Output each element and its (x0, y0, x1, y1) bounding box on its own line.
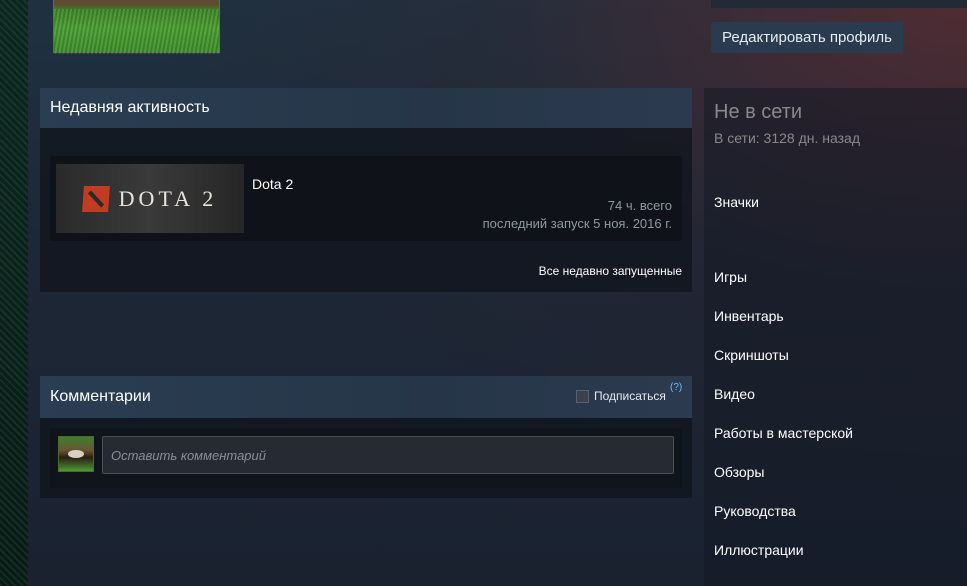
profile-info-bar (711, 0, 967, 8)
nav-link-reviews[interactable]: Обзоры (714, 464, 765, 480)
nav-link-guides[interactable]: Руководства (714, 503, 796, 519)
subscribe-help-link[interactable]: (?) (670, 382, 682, 393)
nav-link-videos[interactable]: Видео (714, 386, 755, 402)
background-texture-strip (0, 0, 28, 586)
game-hours-total: 74 ч. всего (607, 198, 672, 213)
dota2-capsule-image[interactable]: DOTA 2 (56, 164, 244, 233)
subscribe-toggle[interactable]: Подписаться (576, 389, 666, 403)
online-status-title: Не в сети (714, 101, 803, 123)
nav-link-inventory[interactable]: Инвентарь (714, 308, 784, 324)
game-name-link[interactable]: Dota 2 (252, 176, 293, 192)
nav-link-screenshots[interactable]: Скриншоты (714, 347, 789, 363)
game-last-played: последний запуск 5 ноя. 2016 г. (482, 216, 672, 231)
commenter-avatar (58, 436, 94, 472)
nav-link-badges[interactable]: Значки (714, 194, 759, 210)
edit-profile-button[interactable]: Редактировать профиль (711, 22, 903, 53)
nav-link-workshop[interactable]: Работы в мастерской (714, 425, 853, 441)
comment-input[interactable] (102, 436, 674, 474)
subscribe-label: Подписаться (594, 389, 666, 403)
recent-activity-header: Недавняя активность (40, 88, 692, 128)
dota2-capsule-text: DOTA 2 (118, 185, 218, 211)
subscribe-checkbox[interactable] (576, 389, 589, 403)
profile-avatar[interactable] (53, 0, 220, 54)
last-online-text: В сети: 3128 дн. назад (714, 130, 861, 146)
dota2-logo-icon (81, 185, 110, 212)
nav-link-games[interactable]: Игры (714, 269, 747, 285)
nav-link-artwork[interactable]: Иллюстрации (714, 542, 804, 558)
all-recent-games-link[interactable]: Все недавно запущенные (539, 264, 682, 278)
